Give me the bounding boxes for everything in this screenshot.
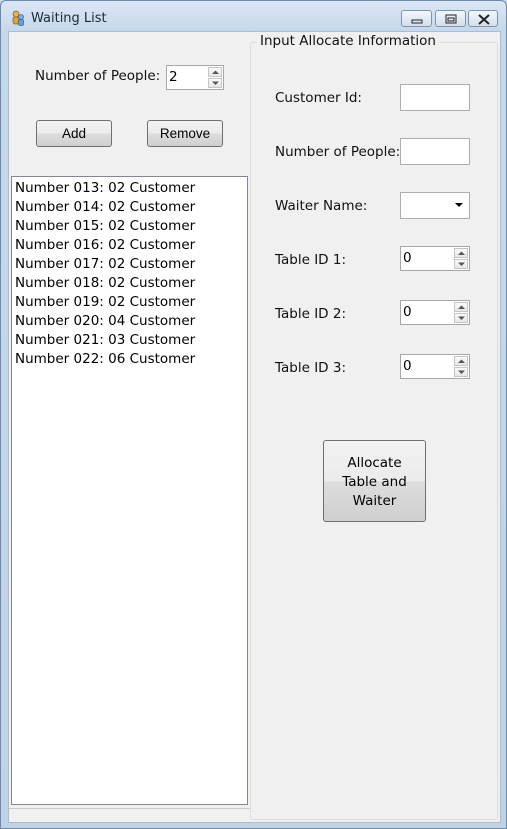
table-id-1-value: 0 xyxy=(403,250,412,266)
list-item[interactable]: Number 019: 02 Customer xyxy=(15,294,195,310)
arrow-down-icon xyxy=(458,262,465,266)
arrow-up-icon xyxy=(212,70,219,74)
list-item[interactable]: Number 014: 02 Customer xyxy=(15,199,195,215)
customer-id-label: Customer Id: xyxy=(275,90,362,106)
list-item[interactable]: Number 022: 06 Customer xyxy=(15,351,195,367)
chevron-down-icon xyxy=(455,203,463,207)
allocate-people-field[interactable] xyxy=(400,138,470,165)
stepper-up-button[interactable] xyxy=(454,248,468,258)
window-title: Waiting List xyxy=(31,11,107,26)
stepper-up-button[interactable] xyxy=(454,356,468,366)
bottom-divider xyxy=(9,808,250,809)
table-id-3-stepper[interactable]: 0 xyxy=(400,354,470,379)
table-id-3-label: Table ID 3: xyxy=(275,360,347,376)
client-area: Number of People: 2 Add Remove Number 01… xyxy=(8,31,501,823)
arrow-up-icon xyxy=(458,359,465,363)
stepper-up-button[interactable] xyxy=(208,67,222,77)
arrow-up-icon xyxy=(458,251,465,255)
restore-icon xyxy=(445,14,457,24)
people-icon xyxy=(11,10,25,26)
list-item[interactable]: Number 013: 02 Customer xyxy=(15,180,195,196)
stepper-down-button[interactable] xyxy=(454,259,468,269)
customer-id-field[interactable] xyxy=(400,84,470,111)
arrow-up-icon xyxy=(458,305,465,309)
minimize-icon xyxy=(411,19,423,24)
restore-button[interactable] xyxy=(435,10,466,27)
people-stepper[interactable]: 2 xyxy=(166,65,224,90)
table-id-2-value: 0 xyxy=(403,304,412,320)
list-item[interactable]: Number 021: 03 Customer xyxy=(15,332,195,348)
allocate-group-title: Input Allocate Information xyxy=(257,33,439,49)
people-label: Number of People: xyxy=(35,68,161,84)
table-id-1-stepper[interactable]: 0 xyxy=(400,246,470,271)
arrow-down-icon xyxy=(458,316,465,320)
people-stepper-value: 2 xyxy=(169,69,178,85)
table-id-1-label: Table ID 1: xyxy=(275,252,347,268)
waiter-name-label: Waiter Name: xyxy=(275,198,368,214)
list-item[interactable]: Number 017: 02 Customer xyxy=(15,256,195,272)
minimize-button[interactable] xyxy=(401,10,432,27)
allocate-table-waiter-button[interactable]: Allocate Table and Waiter xyxy=(323,440,426,522)
stepper-up-button[interactable] xyxy=(454,302,468,312)
remove-button[interactable]: Remove xyxy=(147,120,223,147)
table-id-2-label: Table ID 2: xyxy=(275,306,347,322)
stepper-down-button[interactable] xyxy=(208,78,222,88)
stepper-down-button[interactable] xyxy=(454,367,468,377)
list-item[interactable]: Number 020: 04 Customer xyxy=(15,313,195,329)
waiting-listbox[interactable]: Number 013: 02 Customer Number 014: 02 C… xyxy=(11,176,248,805)
table-id-2-stepper[interactable]: 0 xyxy=(400,300,470,325)
close-icon xyxy=(478,14,490,25)
allocate-button-line: Table and xyxy=(342,474,407,490)
allocate-button-line: Allocate xyxy=(347,455,402,471)
list-item[interactable]: Number 016: 02 Customer xyxy=(15,237,195,253)
add-button[interactable]: Add xyxy=(36,120,112,147)
table-id-3-value: 0 xyxy=(403,358,412,374)
waiter-name-dropdown[interactable] xyxy=(400,192,470,219)
stepper-down-button[interactable] xyxy=(454,313,468,323)
close-button[interactable] xyxy=(468,10,498,27)
arrow-down-icon xyxy=(212,81,219,85)
app-window: Waiting List Number of People: 2 Add Rem… xyxy=(0,0,507,829)
allocate-button-line: Waiter xyxy=(352,493,397,509)
arrow-down-icon xyxy=(458,370,465,374)
list-item[interactable]: Number 015: 02 Customer xyxy=(15,218,195,234)
list-item[interactable]: Number 018: 02 Customer xyxy=(15,275,195,291)
title-bar[interactable]: Waiting List xyxy=(1,1,506,33)
allocate-people-label: Number of People: xyxy=(275,144,401,160)
